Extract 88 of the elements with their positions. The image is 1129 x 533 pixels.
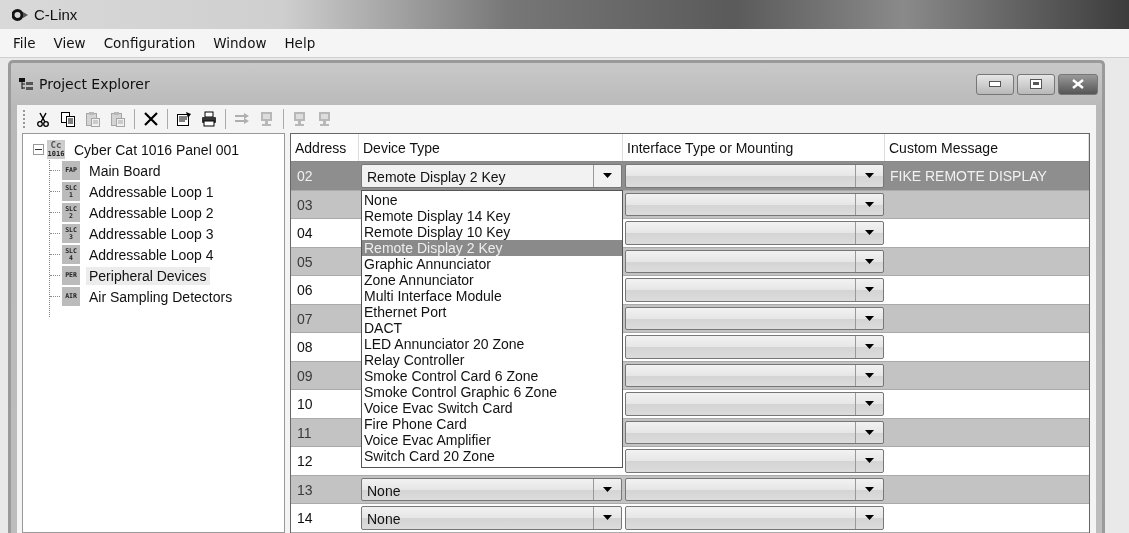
caret-icon xyxy=(865,315,874,321)
caret-icon xyxy=(865,201,874,207)
app-logo-icon xyxy=(12,8,28,21)
dropdown-option[interactable]: Ethernet Port xyxy=(362,304,622,320)
table-cell-text: 13 xyxy=(296,480,314,500)
dropdown-option[interactable]: Graphic Annunciator xyxy=(362,256,622,272)
table-cell-text: 07 xyxy=(296,309,314,329)
caret-icon xyxy=(603,173,612,179)
close-button[interactable] xyxy=(1058,73,1098,95)
dropdown-option[interactable]: DACT xyxy=(362,320,622,336)
dropdown-option[interactable]: Switch Card 20 Zone xyxy=(362,448,622,464)
caret-icon xyxy=(603,515,612,521)
table-cell-text: 03 xyxy=(296,195,314,215)
table-cell-text: 05 xyxy=(296,252,314,272)
minus-icon xyxy=(35,146,42,153)
column-header[interactable]: Device Type xyxy=(359,134,623,161)
dropdown-field[interactable] xyxy=(625,221,884,245)
dropdown-field[interactable]: None xyxy=(361,506,622,530)
tree-item[interactable]: Peripheral Devices xyxy=(86,266,210,285)
restore-icon xyxy=(1030,79,1042,89)
table-cell-text: FIKE REMOTE DISPLAY xyxy=(889,167,1048,186)
tree-item[interactable]: Air Sampling Detectors xyxy=(86,287,236,306)
panel-title: Project Explorer xyxy=(39,76,150,92)
dropdown-field[interactable] xyxy=(625,363,884,387)
menu-item[interactable]: View xyxy=(44,33,95,53)
dropdown-field[interactable] xyxy=(625,420,884,444)
minimize-icon xyxy=(989,81,1001,87)
tree-item[interactable]: Addressable Loop 1 xyxy=(86,182,217,201)
tree-item[interactable]: Addressable Loop 2 xyxy=(86,203,217,222)
tree-view-icon xyxy=(19,78,33,90)
printer-icon[interactable] xyxy=(200,109,218,128)
dropdown-option[interactable]: Remote Display 10 Key xyxy=(362,224,622,240)
dropdown-option[interactable]: Voice Evac Amplifier xyxy=(362,432,622,448)
caret-icon xyxy=(865,458,874,464)
caret-icon xyxy=(865,486,874,492)
caret-icon xyxy=(865,287,874,293)
dropdown-field[interactable] xyxy=(625,306,884,330)
caret-icon xyxy=(865,344,874,350)
copy-icon[interactable] xyxy=(59,109,77,128)
tree-item[interactable]: Addressable Loop 4 xyxy=(86,245,217,264)
dropdown-field[interactable] xyxy=(625,506,884,530)
table-cell-text: 09 xyxy=(296,366,314,386)
menu-item[interactable]: Help xyxy=(275,33,325,53)
caret-icon xyxy=(865,173,874,179)
window-title: C-Linx xyxy=(34,6,78,23)
dropdown-option[interactable]: Smoke Control Card 6 Zone xyxy=(362,368,622,384)
dropdown-option[interactable]: Multi Interface Module xyxy=(362,288,622,304)
menu-item[interactable]: File xyxy=(4,33,45,53)
dropdown-field[interactable] xyxy=(625,249,884,273)
dropdown-field[interactable]: None xyxy=(361,477,622,501)
menu-item[interactable]: Configuration xyxy=(94,33,205,53)
caret-icon xyxy=(603,486,612,492)
dropdown-field[interactable] xyxy=(625,449,884,473)
dropdown-field[interactable] xyxy=(625,164,884,188)
dropdown-option[interactable]: Fire Phone Card xyxy=(362,416,622,432)
dropdown-option[interactable]: None xyxy=(362,192,622,208)
dropdown-option[interactable]: Voice Evac Switch Card xyxy=(362,400,622,416)
table-row[interactable]: 02 Remote Display 2 Key FIKE REMOTE DISPLAY xyxy=(291,162,1089,191)
table-cell-text: 02 xyxy=(296,167,314,186)
dropdown-field[interactable] xyxy=(625,335,884,359)
caret-icon xyxy=(865,515,874,521)
column-header[interactable]: Address xyxy=(291,134,359,161)
properties-icon[interactable] xyxy=(175,109,193,128)
dropdown-field[interactable] xyxy=(625,278,884,302)
table-row[interactable]: 14 None xyxy=(291,504,1089,533)
close-icon xyxy=(1072,79,1084,89)
caret-icon xyxy=(865,258,874,264)
dropdown-field[interactable] xyxy=(625,392,884,416)
column-header[interactable]: Interface Type or Mounting xyxy=(623,134,885,161)
dropdown-field[interactable] xyxy=(625,477,884,501)
minimize-button[interactable] xyxy=(976,73,1014,95)
caret-icon xyxy=(865,401,874,407)
table-row[interactable]: 13 None xyxy=(291,475,1089,504)
dropdown-option[interactable]: LED Annunciator 20 Zone xyxy=(362,336,622,352)
tree-item[interactable]: Cyber Cat 1016 Panel 001 xyxy=(71,140,242,159)
dropdown-field[interactable] xyxy=(625,192,884,216)
column-header[interactable]: Custom Message xyxy=(885,134,1089,161)
caret-icon xyxy=(865,429,874,435)
collapse-toggle[interactable] xyxy=(33,144,44,155)
tree-item[interactable]: Main Board xyxy=(86,161,164,180)
tree-item[interactable]: Addressable Loop 3 xyxy=(86,224,217,243)
caret-icon xyxy=(865,230,874,236)
table-cell-text: 11 xyxy=(296,423,313,443)
delete-icon[interactable] xyxy=(142,109,160,128)
menu-item[interactable]: Window xyxy=(204,33,276,53)
restore-button[interactable] xyxy=(1017,73,1055,95)
dropdown-field[interactable]: Remote Display 2 Key xyxy=(361,164,622,188)
caret-icon xyxy=(865,372,874,378)
